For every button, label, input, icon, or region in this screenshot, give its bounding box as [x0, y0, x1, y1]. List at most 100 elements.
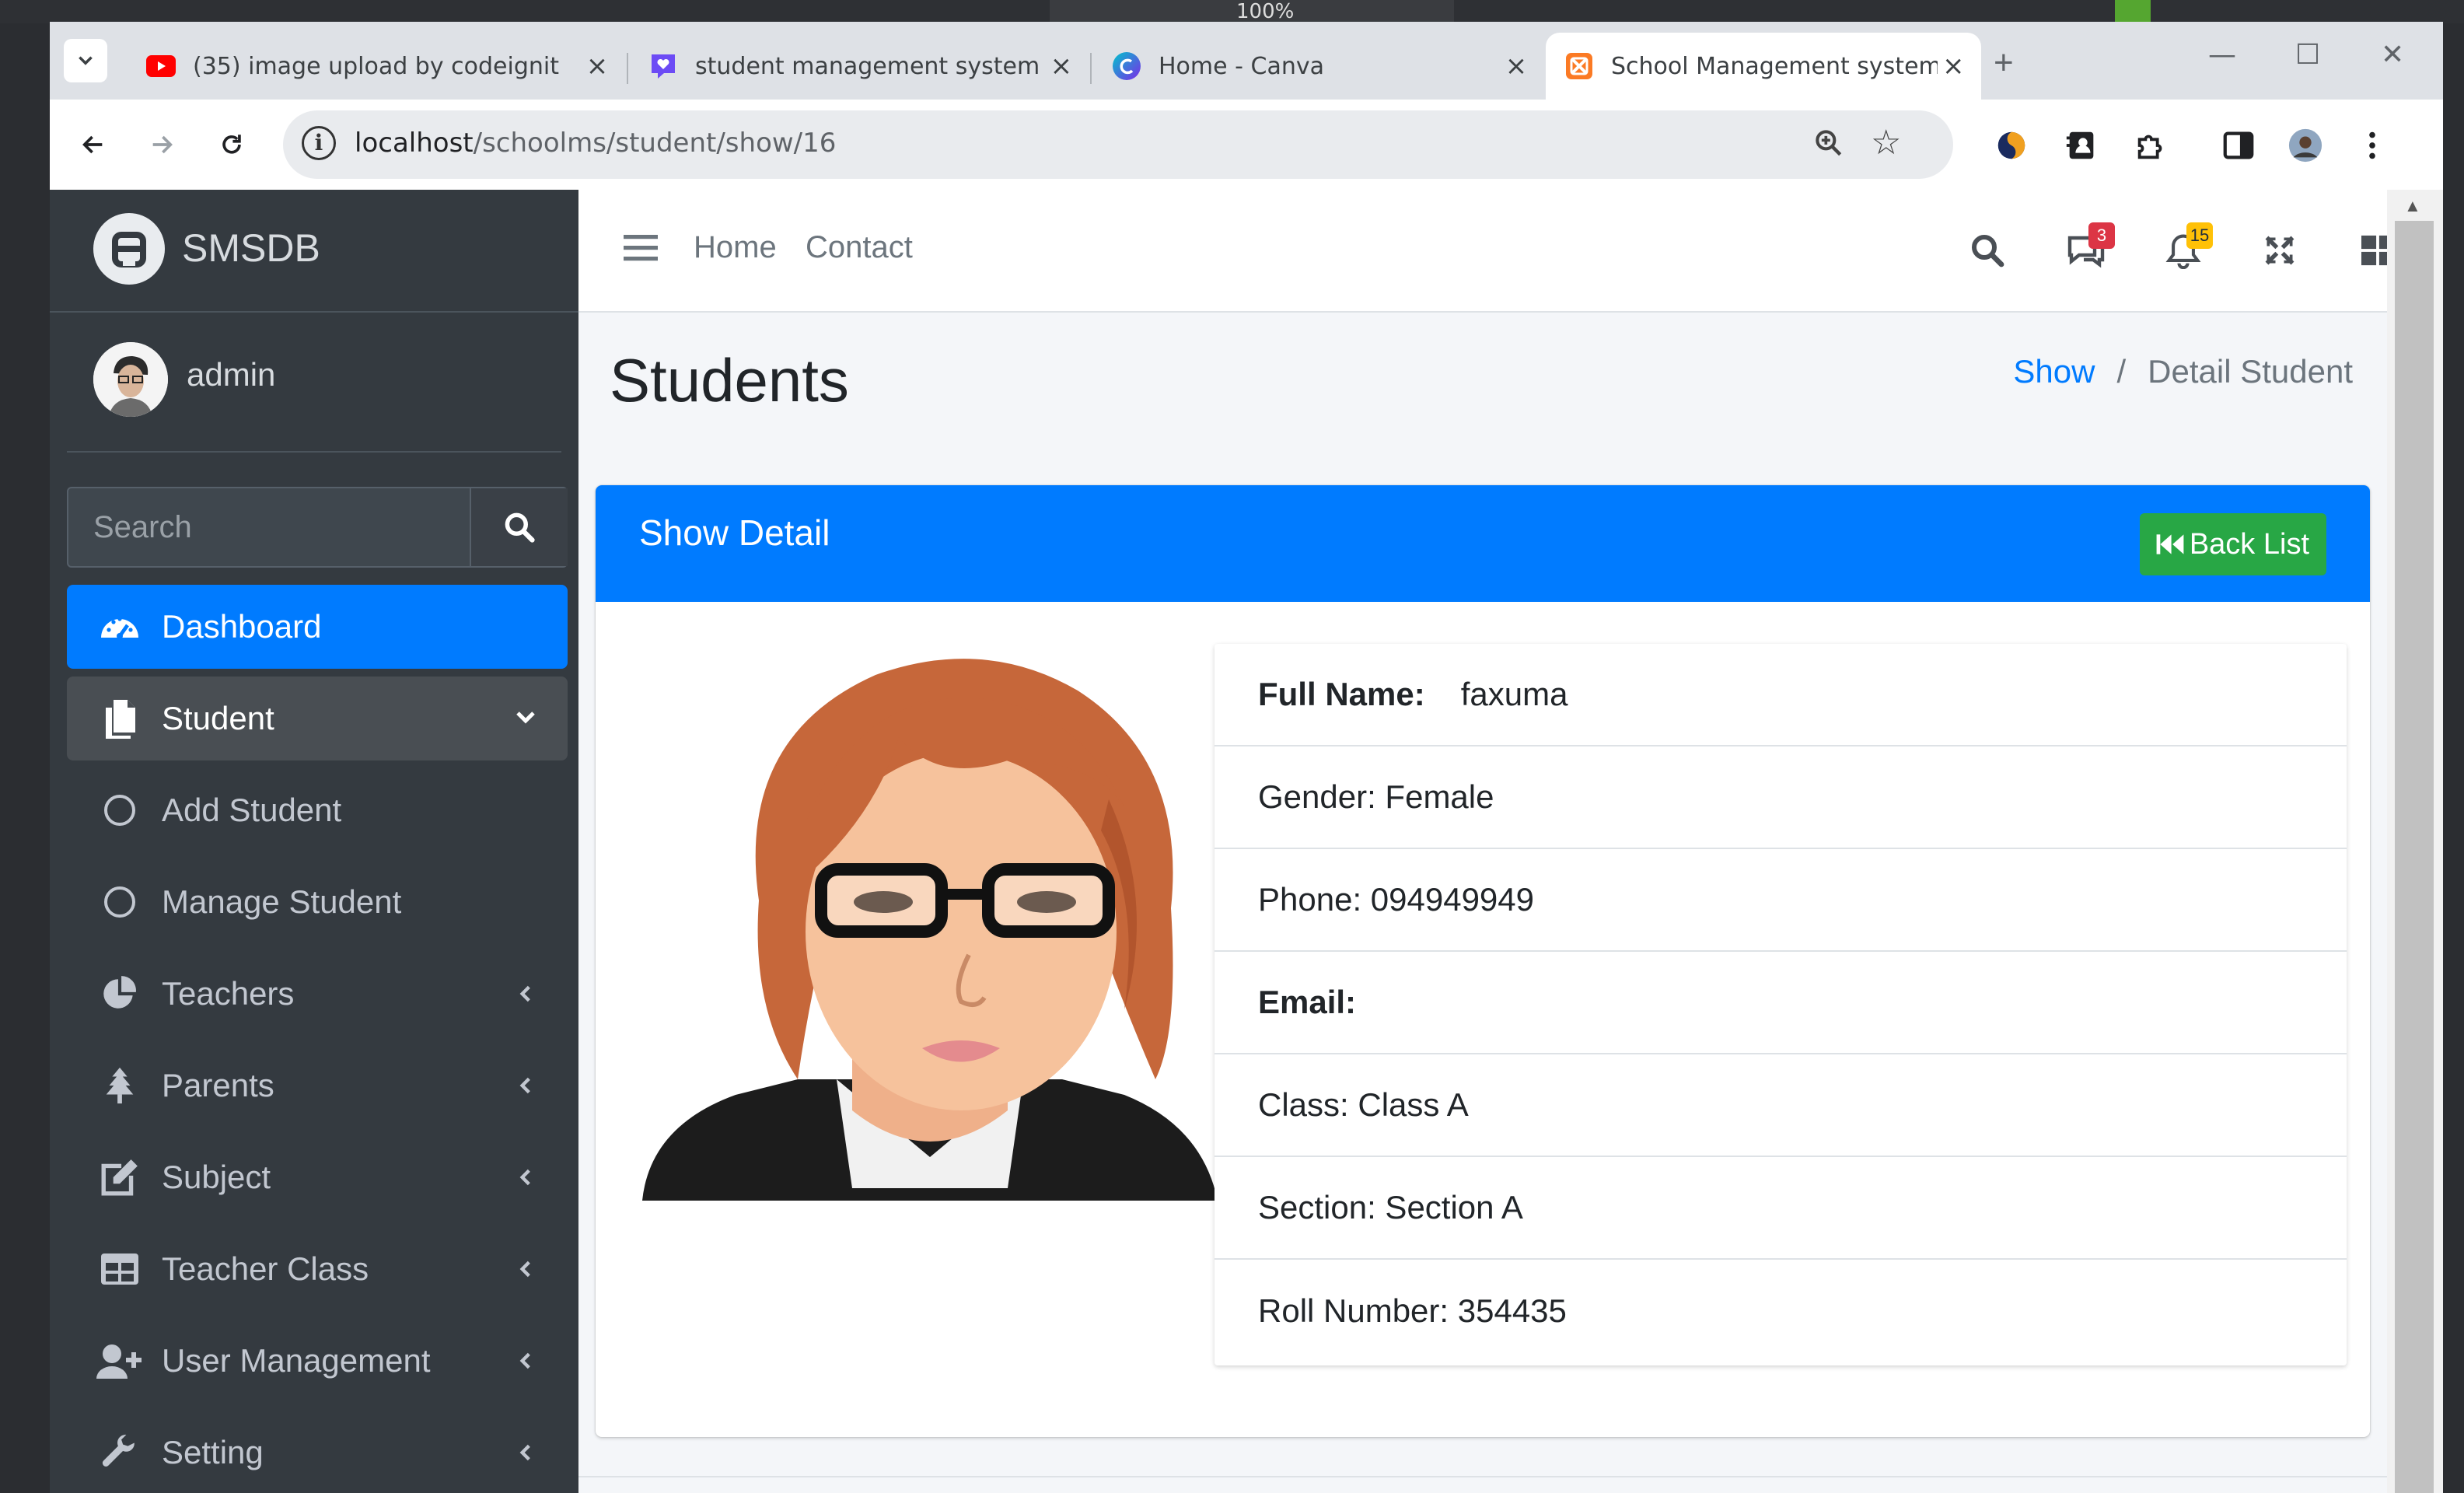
xampp-icon — [1564, 51, 1594, 81]
hamburger-menu-icon[interactable] — [624, 232, 658, 267]
back-list-button[interactable]: Back List — [2139, 513, 2326, 575]
brand[interactable]: SMSDB — [50, 190, 578, 313]
reload-icon — [222, 135, 241, 154]
new-tab-button[interactable]: + — [1994, 44, 2014, 82]
tab-title: student management system p — [695, 52, 1047, 80]
back-list-label: Back List — [2189, 527, 2309, 561]
close-icon[interactable]: × — [1047, 51, 1076, 82]
page-scrollbar[interactable]: ▲ — [2387, 190, 2443, 1493]
close-icon[interactable]: × — [1501, 51, 1532, 82]
navbar-search-icon[interactable] — [1964, 227, 2011, 274]
chevron-down-icon — [502, 701, 549, 736]
site-info-icon[interactable]: i — [302, 126, 336, 160]
breadcrumb: Show / Detail Student — [2013, 353, 2353, 390]
user-panel[interactable]: admin — [67, 311, 561, 453]
nav-link-contact[interactable]: Contact — [806, 230, 913, 265]
sidebar-item-label: User Management — [162, 1342, 431, 1379]
dashboard-icon — [89, 610, 151, 644]
desktop-left-edge — [0, 23, 51, 1493]
maximize-button[interactable]: ☐ — [2295, 39, 2320, 71]
scroll-up-arrow-icon[interactable]: ▲ — [2404, 196, 2421, 216]
card-header: Show Detail Back List — [596, 485, 2370, 602]
url-host: localhost — [355, 128, 474, 159]
bookmark-star-icon[interactable]: ☆ — [1871, 123, 1901, 163]
close-icon[interactable]: × — [1938, 51, 1969, 82]
detail-row-class: Class: Class A — [1215, 1054, 2347, 1157]
youtube-icon — [146, 51, 176, 81]
page-title: Students — [610, 346, 849, 414]
breadcrumb-link-show[interactable]: Show — [2013, 353, 2095, 390]
sidebar-item-label: Setting — [162, 1434, 264, 1470]
url-text[interactable]: localhost/schoolms/student/show/16 — [355, 128, 836, 159]
extension-logo-icon[interactable] — [1994, 128, 2029, 163]
tree-icon — [89, 1066, 151, 1105]
section-text: Section: Section A — [1258, 1189, 1523, 1226]
notifications-bell-icon[interactable]: 15 — [2160, 222, 2213, 274]
desktop-right-edge — [2441, 23, 2464, 1493]
sidebar-item-user-management[interactable]: User Management — [67, 1319, 568, 1403]
detail-row-gender: Gender: Female — [1215, 746, 2347, 849]
email-label: Email: — [1258, 984, 1357, 1020]
sidebar-item-label: Manage Student — [162, 883, 402, 920]
pie-chart-icon — [89, 974, 151, 1013]
search-input[interactable] — [68, 488, 468, 566]
class-text: Class: Class A — [1258, 1086, 1469, 1123]
tab-student-management[interactable]: student management system p × — [630, 33, 1089, 100]
browser-toolbar: i localhost/schoolms/student/show/16 ☆ — [50, 100, 2443, 191]
sidebar-item-setting[interactable]: Setting — [67, 1411, 568, 1493]
zoom-icon[interactable] — [1812, 126, 1846, 164]
fullscreen-icon[interactable] — [2256, 227, 2303, 274]
url-path: /schoolms/student/show/16 — [473, 128, 837, 159]
arrow-right-icon — [152, 135, 173, 154]
avatar — [93, 342, 168, 417]
back-button[interactable] — [70, 121, 117, 168]
sidebar-item-add-student[interactable]: Add Student — [67, 768, 568, 852]
browser-menu-icon[interactable] — [2354, 128, 2390, 163]
sidebar-item-teacher-class[interactable]: Teacher Class — [67, 1227, 568, 1311]
tab-school-management[interactable]: School Management system × — [1546, 33, 1981, 100]
user-name[interactable]: admin — [187, 356, 275, 393]
sidebar-item-parents[interactable]: Parents — [67, 1044, 568, 1128]
search-button[interactable] — [470, 488, 568, 566]
nav-link-home[interactable]: Home — [694, 230, 777, 265]
forward-button[interactable] — [138, 121, 185, 168]
sidebar-search — [67, 487, 568, 568]
wrench-icon — [89, 1433, 151, 1472]
close-window-button[interactable]: ✕ — [2381, 39, 2404, 71]
extensions-puzzle-icon[interactable] — [2134, 128, 2169, 163]
chevron-left-icon — [502, 1252, 549, 1287]
breadcrumb-current: Detail Student — [2148, 353, 2353, 390]
chevron-left-icon — [502, 1068, 549, 1103]
scrollbar-thumb[interactable] — [2395, 221, 2434, 1493]
sidebar-item-teachers[interactable]: Teachers — [67, 952, 568, 1036]
minimize-button[interactable]: — — [2208, 39, 2236, 71]
side-panel-icon[interactable] — [2221, 128, 2256, 163]
tab-youtube[interactable]: (35) image upload by codeignit × — [128, 33, 625, 100]
close-icon[interactable]: × — [582, 51, 613, 82]
tab-canva[interactable]: Home - Canva × — [1093, 33, 1544, 100]
editor-zoom-level[interactable]: 100% — [1236, 0, 1294, 23]
tab-separator — [627, 53, 628, 84]
play-icon[interactable] — [2115, 0, 2151, 22]
reload-button[interactable] — [208, 121, 255, 168]
sidebar-item-student[interactable]: Student — [67, 677, 568, 760]
app-root: SMSDB admin Dashboard — [50, 190, 2443, 1493]
chevron-down-icon — [79, 56, 93, 65]
roll-number-text: Roll Number: 354435 — [1258, 1292, 1567, 1329]
sidebar-item-dashboard[interactable]: Dashboard — [67, 585, 568, 669]
sidebar-item-manage-student[interactable]: Manage Student — [67, 860, 568, 944]
profile-avatar[interactable] — [2288, 128, 2323, 163]
sidebar-item-subject[interactable]: Subject — [67, 1135, 568, 1219]
arrow-left-icon — [82, 135, 103, 154]
tab-search-button[interactable] — [64, 39, 107, 82]
contacts-extension-icon[interactable] — [2064, 128, 2099, 163]
table-icon — [89, 1252, 151, 1286]
gender-text: Gender: Female — [1258, 778, 1494, 815]
notifications-badge: 15 — [2186, 222, 2213, 249]
edit-icon — [89, 1158, 151, 1197]
sidebar-item-label: Teacher Class — [162, 1250, 369, 1287]
address-bar[interactable]: i localhost/schoolms/student/show/16 ☆ — [283, 110, 1953, 179]
user-plus-icon — [89, 1343, 151, 1379]
student-detail-list: Full Name: faxuma Gender: Female Phone: 0… — [1215, 644, 2347, 1365]
messages-icon[interactable]: 3 — [2062, 222, 2115, 274]
